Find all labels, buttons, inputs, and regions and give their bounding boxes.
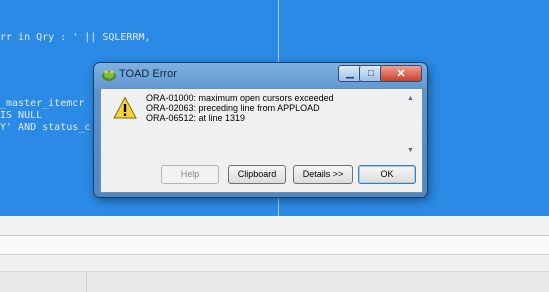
error-message-line: ORA-06512: at line 1319 bbox=[146, 113, 246, 123]
close-button[interactable]: ✕ bbox=[380, 65, 422, 82]
code-line: rr in Qry : ' || SQLERRM, bbox=[0, 32, 151, 43]
dialog-body: ORA-01000: maximum open cursors exceeded… bbox=[100, 88, 423, 193]
clipboard-button[interactable]: Clipboard bbox=[228, 165, 286, 184]
maximize-icon: □ bbox=[367, 67, 375, 79]
code-line: Y' AND status_c bbox=[0, 122, 91, 133]
close-icon: ✕ bbox=[396, 67, 406, 80]
help-button[interactable]: Help bbox=[161, 165, 219, 184]
message-scrollbar[interactable]: ▲ ▼ bbox=[405, 93, 416, 157]
error-dialog: TOAD Error ▁ □ ✕ ORA-01000: maximum open… bbox=[94, 63, 427, 197]
panel-toolbar bbox=[0, 216, 549, 236]
details-button[interactable]: Details >> bbox=[293, 165, 353, 184]
panel-header bbox=[0, 255, 549, 272]
status-divider bbox=[86, 272, 87, 292]
scroll-down-icon[interactable]: ▼ bbox=[407, 147, 414, 154]
dialog-titlebar[interactable]: TOAD Error ▁ □ ✕ bbox=[94, 63, 427, 87]
lower-panel bbox=[0, 216, 549, 292]
code-line: _master_itemcr bbox=[0, 98, 85, 109]
warning-icon bbox=[113, 96, 137, 119]
minimize-icon: ▁ bbox=[346, 67, 354, 79]
code-line: IS NULL bbox=[0, 110, 43, 121]
status-bar bbox=[0, 272, 549, 292]
scroll-up-icon[interactable]: ▲ bbox=[407, 95, 414, 102]
dialog-title: TOAD Error bbox=[119, 68, 177, 80]
error-message-line: ORA-01000: maximum open cursors exceeded bbox=[146, 93, 334, 103]
ok-button[interactable]: OK bbox=[358, 165, 416, 184]
error-message-box[interactable]: ORA-01000: maximum open cursors exceeded… bbox=[146, 93, 410, 153]
toad-app-icon bbox=[102, 70, 116, 81]
error-message-line: ORA-02063: preceding line from APPLOAD bbox=[146, 103, 320, 113]
panel-tab-strip bbox=[0, 236, 549, 255]
